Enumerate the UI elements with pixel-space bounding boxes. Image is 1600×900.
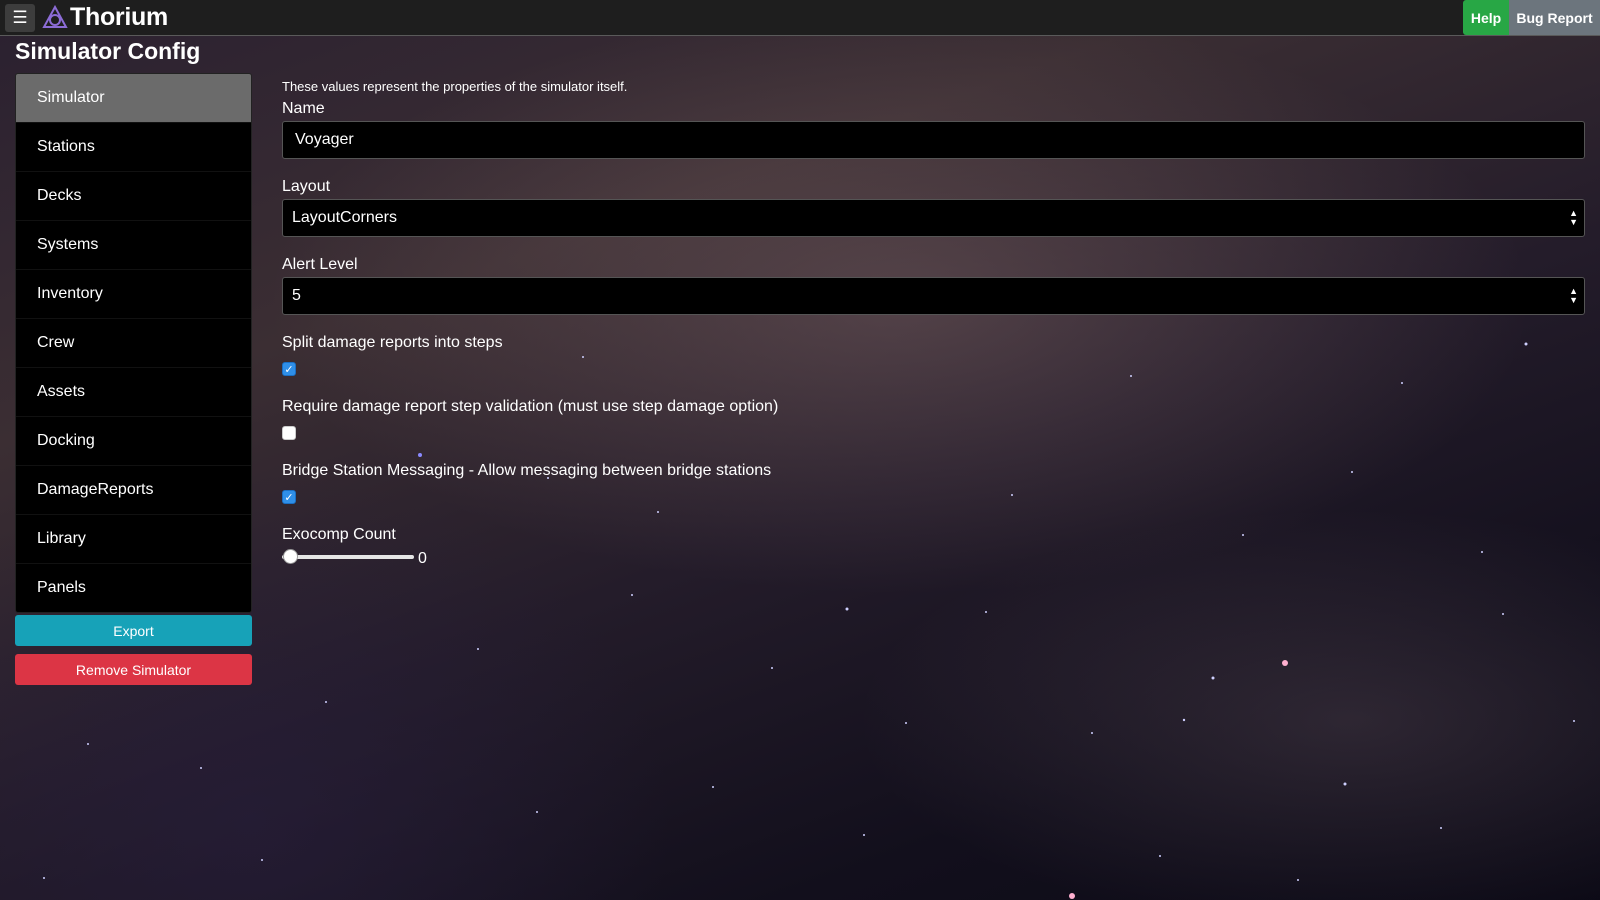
sidebar-item-docking[interactable]: Docking (16, 417, 251, 466)
sidebar-item-label: Simulator (37, 89, 105, 106)
sidebar-item-inventory[interactable]: Inventory (16, 270, 251, 319)
sidebar-item-label: Inventory (37, 285, 103, 302)
layout-select[interactable]: LayoutCorners ▲ ▼ (282, 199, 1585, 237)
alert-level-select-value: 5 (292, 287, 301, 304)
thorium-logo-icon (42, 5, 68, 28)
bug-report-button[interactable]: Bug Report (1509, 0, 1600, 35)
form-description: These values represent the properties of… (282, 79, 628, 94)
select-arrows-icon: ▲ ▼ (1569, 208, 1578, 227)
hamburger-icon[interactable]: ☰ (5, 4, 35, 32)
sidebar-item-label: Stations (37, 138, 95, 155)
alert-level-select[interactable]: 5 ▲ ▼ (282, 277, 1585, 315)
checkmark-icon: ✓ (284, 363, 294, 376)
slider-track (282, 555, 414, 559)
sidebar-item-label: Docking (37, 432, 95, 449)
select-arrows-icon: ▲ ▼ (1569, 286, 1578, 305)
name-label: Name (282, 100, 325, 117)
bridge-messaging-label: Bridge Station Messaging - Allow messagi… (282, 462, 772, 479)
slider-thumb[interactable] (283, 549, 298, 564)
bridge-messaging-checkbox[interactable]: ✓ (282, 490, 296, 504)
alert-level-label: Alert Level (282, 256, 358, 273)
sidebar: Simulator Stations Decks Systems Invento… (15, 73, 252, 613)
sidebar-item-decks[interactable]: Decks (16, 172, 251, 221)
page-title: Simulator Config (15, 38, 201, 64)
sidebar-item-stations[interactable]: Stations (16, 123, 251, 172)
help-button[interactable]: Help (1463, 0, 1509, 35)
split-damage-label: Split damage reports into steps (282, 334, 503, 351)
exocomp-count-value: 0 (418, 550, 427, 567)
sidebar-item-systems[interactable]: Systems (16, 221, 251, 270)
sidebar-item-library[interactable]: Library (16, 515, 251, 564)
sidebar-item-assets[interactable]: Assets (16, 368, 251, 417)
layout-select-value: LayoutCorners (292, 209, 397, 226)
sidebar-item-label: Assets (37, 383, 86, 400)
require-validation-checkbox[interactable] (282, 426, 296, 440)
name-input[interactable] (282, 121, 1585, 159)
sidebar-item-panels[interactable]: Panels (16, 564, 251, 612)
checkmark-icon: ✓ (284, 491, 294, 504)
exocomp-count-label: Exocomp Count (282, 526, 396, 543)
top-bar: ☰ Thorium Help Bug Report (0, 0, 1600, 36)
sidebar-item-damagereports[interactable]: DamageReports (16, 466, 251, 515)
require-validation-label: Require damage report step validation (m… (282, 398, 779, 415)
sidebar-item-label: Panels (37, 579, 86, 596)
sidebar-item-label: Decks (37, 187, 82, 204)
sidebar-item-label: DamageReports (37, 481, 154, 498)
export-button[interactable]: Export (15, 615, 252, 646)
sidebar-item-label: Library (37, 530, 86, 547)
split-damage-checkbox[interactable]: ✓ (282, 362, 296, 376)
sidebar-item-label: Systems (37, 236, 99, 253)
sidebar-item-label: Crew (37, 334, 75, 351)
exocomp-count-slider[interactable] (282, 549, 414, 565)
app-name: Thorium (70, 3, 168, 31)
remove-simulator-button[interactable]: Remove Simulator (15, 654, 252, 685)
layout-label: Layout (282, 178, 331, 195)
sidebar-item-simulator[interactable]: Simulator (16, 74, 251, 123)
sidebar-item-crew[interactable]: Crew (16, 319, 251, 368)
